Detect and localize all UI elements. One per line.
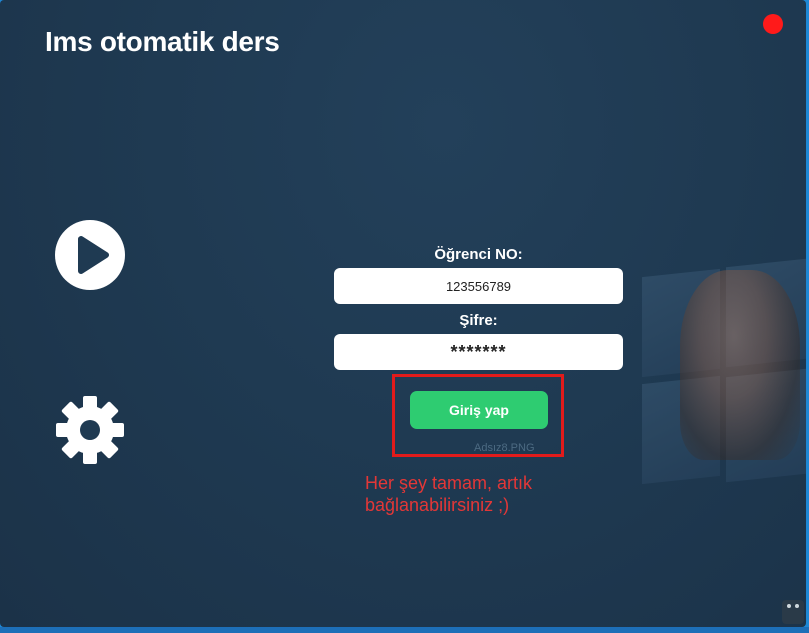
password-label: Şifre: (459, 312, 498, 329)
play-icon[interactable] (55, 220, 125, 290)
corner-app-icon (780, 596, 806, 626)
password-input[interactable] (334, 334, 623, 370)
close-dot-icon[interactable] (763, 14, 783, 34)
background-photo (680, 270, 800, 460)
app-window: Ims otomatik ders Öğrenci NO: Şifre: G (0, 0, 806, 627)
taskbar-edge (0, 627, 809, 633)
gear-icon[interactable] (54, 394, 126, 466)
student-no-input[interactable] (334, 268, 623, 304)
file-name-caption: Adsız8.PNG (474, 442, 535, 454)
student-no-label: Öğrenci NO: (434, 246, 523, 263)
app-title: Ims otomatik ders (45, 26, 280, 57)
success-annotation: Her şey tamam, artık bağlanabilirsiniz ;… (365, 473, 533, 515)
